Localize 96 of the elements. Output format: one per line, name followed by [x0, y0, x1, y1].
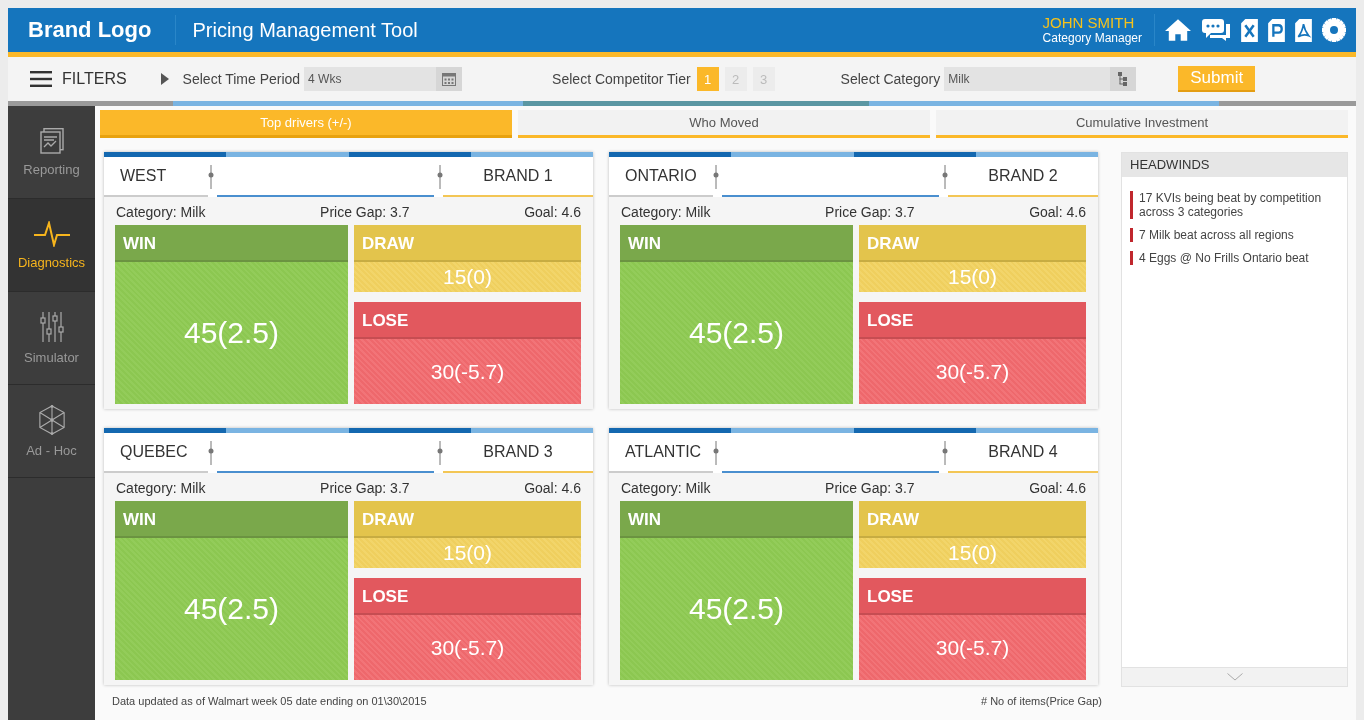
time-period-field[interactable]: 4 Wks [304, 67, 463, 91]
pulse-icon [33, 220, 70, 247]
spreadsheet-file-icon[interactable] [1241, 18, 1258, 42]
sidebar-item[interactable]: Diagnostics [8, 199, 95, 292]
headwind-item: 17 KVIs being beat by competition across 3 categories [1130, 191, 1343, 219]
win-tile[interactable]: WIN 45(2.5) [620, 501, 853, 680]
brand-logo: Brand Logo [8, 15, 177, 45]
filter-label: Select Competitor Tier [552, 71, 691, 87]
tile-value: 15(0) [859, 538, 1086, 568]
region-name: WEST [104, 157, 208, 197]
divider-handle-icon [437, 165, 443, 189]
update-note: Data updated as of Walmart week 05 date ending on 01\30\2015 [112, 695, 427, 707]
region-name: ATLANTIC [609, 433, 713, 473]
filter-label: Select Category [840, 71, 941, 87]
tile-label: LOSE [859, 302, 1086, 339]
user-role: Category Manager [1042, 31, 1142, 46]
goal-text: Goal: 4.6 [1029, 204, 1086, 220]
headwind-item: 7 Milk beat across all regions [1130, 228, 1343, 242]
tile-value: 15(0) [859, 262, 1086, 292]
chevron-down-icon [1226, 673, 1243, 681]
tile-value: 15(0) [354, 538, 581, 568]
legend-note: # No of items(Price Gap) [980, 695, 1102, 707]
price-gap-text: Price Gap: 3.7 [825, 204, 915, 220]
lose-tile[interactable]: LOSE 30(-5.7) [354, 302, 581, 404]
calendar-icon [442, 72, 457, 86]
tab[interactable]: Who Moved [518, 110, 930, 138]
headwind-item: 4 Eggs @ No Frills Ontario beat [1130, 251, 1343, 265]
win-tile[interactable]: WIN 45(2.5) [115, 225, 348, 404]
tile-value: 30(-5.7) [859, 615, 1086, 680]
tile-label: LOSE [859, 578, 1086, 615]
category-text: Category: Milk [116, 480, 206, 496]
tile-label: DRAW [354, 225, 581, 262]
tile-value: 30(-5.7) [354, 339, 581, 404]
tile-value: 45(2.5) [115, 538, 348, 680]
settings-icon[interactable] [1322, 18, 1346, 42]
app-title: Pricing Management Tool [191, 18, 418, 42]
divider-handle-icon [208, 165, 214, 189]
tile-label: DRAW [859, 501, 1086, 538]
tile-value: 30(-5.7) [859, 339, 1086, 404]
divider-handle-icon [942, 441, 948, 465]
win-tile[interactable]: WIN 45(2.5) [115, 501, 348, 680]
divider-handle-icon [208, 441, 214, 465]
filters-button[interactable]: FILTERS [30, 70, 127, 88]
price-gap-text: Price Gap: 3.7 [825, 480, 915, 496]
brand-name: BRAND 3 [443, 433, 593, 473]
home-icon[interactable] [1165, 18, 1191, 42]
slides-file-icon[interactable] [1268, 18, 1285, 42]
tile-value: 45(2.5) [115, 262, 348, 404]
divider-handle-icon [942, 165, 948, 189]
category-text: Category: Milk [621, 204, 711, 220]
tile-label: LOSE [354, 578, 581, 615]
divider-handle-icon [713, 441, 719, 465]
tile-label: WIN [115, 225, 348, 262]
price-gap-text: Price Gap: 3.7 [320, 480, 410, 496]
lose-tile[interactable]: LOSE 30(-5.7) [859, 578, 1086, 680]
brand-name: BRAND 2 [948, 157, 1098, 197]
brand-name: BRAND 1 [443, 157, 593, 197]
calendar-button[interactable] [436, 67, 463, 91]
tile-value: 45(2.5) [620, 262, 853, 404]
hierarchy-icon [1118, 72, 1129, 86]
region-name: QUEBEC [104, 433, 208, 473]
lose-tile[interactable]: LOSE 30(-5.7) [354, 578, 581, 680]
tile-label: WIN [620, 225, 853, 262]
win-tile[interactable]: WIN 45(2.5) [620, 225, 853, 404]
play-icon[interactable] [160, 73, 169, 85]
category-field[interactable]: Milk [944, 67, 1137, 91]
tab[interactable]: Cumulative Investment [936, 110, 1348, 138]
category-text: Category: Milk [621, 480, 711, 496]
pdf-file-icon[interactable] [1295, 18, 1312, 42]
divider-handle-icon [713, 165, 719, 189]
lose-tile[interactable]: LOSE 30(-5.7) [859, 302, 1086, 404]
cube-icon [37, 404, 66, 435]
tile-value: 30(-5.7) [354, 615, 581, 680]
tile-value: 45(2.5) [620, 538, 853, 680]
panel-title: HEADWINDS [1122, 153, 1347, 177]
tile-value: 15(0) [354, 262, 581, 292]
price-gap-text: Price Gap: 3.7 [320, 204, 410, 220]
category-text: Category: Milk [116, 204, 206, 220]
report-icon [39, 127, 64, 154]
goal-text: Goal: 4.6 [1029, 480, 1086, 496]
user-name: JOHN SMITH [1042, 14, 1136, 31]
divider-handle-icon [437, 441, 443, 465]
goal-text: Goal: 4.6 [524, 204, 581, 220]
region-name: ONTARIO [609, 157, 713, 197]
menu-icon [30, 71, 52, 87]
sliders-icon [39, 311, 64, 342]
brand-name: BRAND 4 [948, 433, 1098, 473]
hierarchy-button[interactable] [1110, 67, 1137, 91]
tile-label: WIN [620, 501, 853, 538]
goal-text: Goal: 4.6 [524, 480, 581, 496]
chat-icon[interactable] [1201, 19, 1231, 41]
tile-label: DRAW [354, 501, 581, 538]
tile-label: WIN [115, 501, 348, 538]
tile-label: DRAW [859, 225, 1086, 262]
tile-label: LOSE [354, 302, 581, 339]
filter-label: Select Time Period [182, 71, 301, 87]
